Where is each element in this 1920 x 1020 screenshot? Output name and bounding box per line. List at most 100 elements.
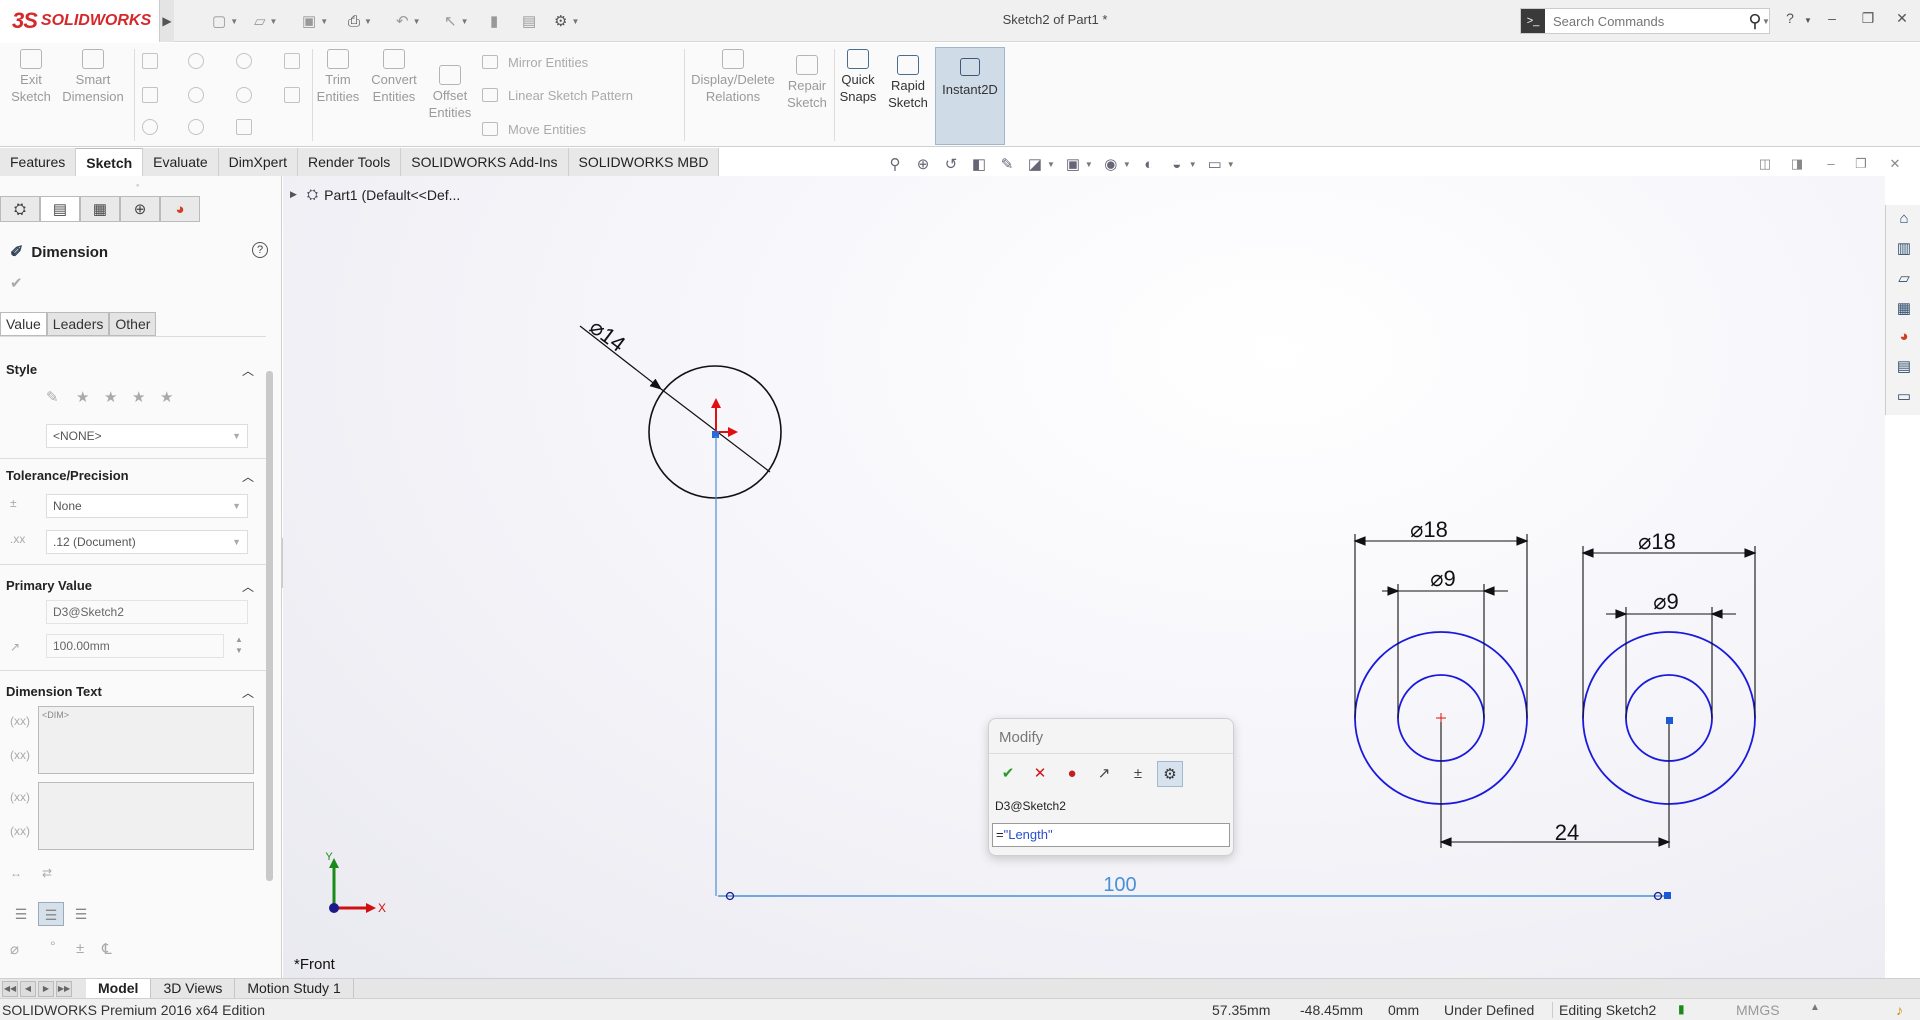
dynamic-annotation-icon[interactable]: ✎	[997, 155, 1017, 173]
ok-check-icon[interactable]: ✔	[10, 274, 23, 292]
rebuild-icon[interactable]: ▮	[490, 10, 498, 32]
tab-evaluate[interactable]: Evaluate	[143, 148, 219, 176]
command-prompt-icon[interactable]: >_	[1521, 9, 1545, 33]
exit-sketch-button[interactable]: Exit Sketch	[8, 49, 54, 105]
previous-view-icon[interactable]: ↺	[941, 155, 961, 173]
notifications-icon[interactable]: ♪	[1896, 1002, 1903, 1018]
forum-icon[interactable]: ▭	[1894, 387, 1914, 407]
text-below-icon[interactable]: (xx)	[10, 748, 30, 762]
text-suffix-icon[interactable]: (xx)	[10, 824, 30, 838]
solidworks-logo[interactable]: 3S SOLIDWORKS	[0, 0, 160, 42]
tab-solidworks-add-ins[interactable]: SOLIDWORKS Add-Ins	[401, 148, 569, 176]
convert-entities-button[interactable]: Convert Entities	[366, 49, 422, 105]
display-delete-relations-button[interactable]: Display/Delete Relations	[688, 49, 778, 105]
text-tool-icon[interactable]	[284, 87, 300, 103]
help-dropdown-icon[interactable]: ▼	[1796, 16, 1820, 36]
centerline-symbol-icon[interactable]: ℄	[102, 940, 112, 958]
instant2d-button[interactable]: Instant2D	[935, 47, 1005, 145]
collapse-chevron-icon[interactable]: ︿	[242, 362, 254, 379]
undo-icon[interactable]: ↶ ▼	[396, 10, 421, 32]
rebuild-traffic-light-icon[interactable]: ●	[1059, 761, 1085, 787]
dimension-name-field[interactable]: D3@Sketch2	[46, 600, 248, 624]
arc-tool-icon[interactable]	[188, 87, 204, 103]
minimize-window-button[interactable]: –	[1820, 10, 1844, 30]
spline-tool-icon[interactable]	[236, 53, 252, 69]
tab-other[interactable]: Other	[109, 312, 157, 336]
tab-motion-study-1[interactable]: Motion Study 1	[235, 978, 354, 999]
viewport-tile-left-icon[interactable]: ◫	[1756, 156, 1774, 172]
offset-entities-button[interactable]: Offset Entities	[428, 65, 472, 121]
smart-dimension-button[interactable]: Smart Dimension	[58, 49, 128, 105]
first-tab-arrow-icon[interactable]: ◀◀	[2, 980, 18, 997]
file-explorer-icon[interactable]: ▱	[1894, 269, 1914, 289]
apply-scene-icon[interactable]: ◒	[1167, 155, 1187, 173]
select-arrow-icon[interactable]: ↖ ▼	[444, 10, 469, 32]
primary-value-section-header[interactable]: Primary Value	[6, 578, 92, 593]
repair-sketch-button[interactable]: Repair Sketch	[782, 55, 832, 111]
new-document-icon[interactable]: ▢ ▼	[212, 10, 238, 32]
slot-tool-icon[interactable]	[142, 119, 158, 135]
dimension-text-section-header[interactable]: Dimension Text	[6, 684, 102, 699]
polygon-tool-icon[interactable]	[236, 87, 252, 103]
circle-tool-icon[interactable]	[188, 53, 204, 69]
view-palette-icon[interactable]: ▦	[1894, 299, 1914, 319]
cancel-x-icon[interactable]: ✕	[1027, 761, 1053, 787]
zoom-to-fit-icon[interactable]: ⚲	[885, 155, 905, 173]
hide-show-items-icon[interactable]: ◉	[1101, 155, 1121, 173]
precision-select[interactable]: .12 (Document) ▼	[46, 530, 248, 554]
display-manager-tab-icon[interactable]: ◕	[160, 196, 200, 222]
expand-arrow-icon[interactable]: ▶	[290, 189, 297, 200]
last-tab-arrow-icon[interactable]: ▶▶	[56, 980, 72, 997]
dimension-text-below-field[interactable]	[38, 782, 254, 850]
home-icon[interactable]: ⌂	[1894, 209, 1914, 229]
dimxpert-manager-tab-icon[interactable]: ⊕	[120, 196, 160, 222]
print-icon[interactable]: ⎙ ▼	[348, 10, 372, 32]
delete-style-icon[interactable]: ★	[132, 388, 145, 406]
text-prefix-icon[interactable]: (xx)	[10, 790, 30, 804]
reset-spin-increment-icon[interactable]: ±	[1125, 761, 1151, 787]
viewport-restore-button[interactable]: ❐	[1852, 156, 1870, 172]
help-icon[interactable]: ?	[252, 242, 268, 258]
display-style-icon[interactable]: ▣	[1063, 155, 1083, 173]
trim-entities-button[interactable]: Trim Entities	[316, 49, 360, 105]
tab-solidworks-mbd[interactable]: SOLIDWORKS MBD	[568, 148, 720, 176]
close-window-button[interactable]: ✕	[1890, 10, 1914, 30]
restore-window-button[interactable]: ❐	[1856, 10, 1880, 30]
rectangle-tool-icon[interactable]	[142, 87, 158, 103]
unit-dropdown-icon[interactable]: ▲	[1810, 1002, 1820, 1013]
text-above-icon[interactable]: (xx)	[10, 714, 30, 728]
apply-style-icon[interactable]: ✎	[46, 388, 59, 406]
diameter-symbol-icon[interactable]: ⌀	[10, 940, 19, 958]
options-gear-icon[interactable]: ⚙ ▼	[554, 10, 579, 32]
tab-leaders[interactable]: Leaders	[46, 312, 110, 336]
mirror-entities-button[interactable]: Mirror Entities	[482, 52, 588, 72]
open-folder-icon[interactable]: ▱ ▼	[254, 10, 277, 32]
zoom-to-area-icon[interactable]: ⊕	[913, 155, 933, 173]
feature-manager-tab-icon[interactable]: ⛭	[0, 196, 40, 222]
add-style-icon[interactable]: ★	[76, 388, 89, 406]
file-properties-icon[interactable]: ▤	[522, 10, 536, 32]
unit-system-label[interactable]: MMGS	[1736, 1002, 1780, 1018]
tolerance-section-header[interactable]: Tolerance/Precision	[6, 468, 129, 483]
section-view-icon[interactable]: ◧	[969, 155, 989, 173]
align-center-icon[interactable]: ☰	[38, 902, 64, 926]
viewport-tile-right-icon[interactable]: ◨	[1788, 156, 1806, 172]
fillet-tool-icon[interactable]	[236, 119, 252, 135]
reverse-direction-icon[interactable]: ↗	[1091, 761, 1117, 787]
tolerance-type-select[interactable]: None ▼	[46, 494, 248, 518]
align-right-icon[interactable]: ☰	[68, 902, 94, 926]
view-settings-icon[interactable]: ▭	[1205, 155, 1225, 173]
save-icon[interactable]: ▣ ▼	[302, 10, 328, 32]
design-library-icon[interactable]: ▥	[1894, 239, 1914, 259]
tab-render-tools[interactable]: Render Tools	[298, 148, 402, 176]
viewport-minimize-button[interactable]: –	[1822, 156, 1840, 172]
tab-3d-views[interactable]: 3D Views	[151, 978, 236, 999]
plus-minus-symbol-icon[interactable]: ±	[76, 940, 84, 957]
tab-sketch[interactable]: Sketch	[76, 148, 144, 176]
property-manager-tab-icon[interactable]: ▤	[40, 196, 80, 222]
value-spin-buttons[interactable]: ▲ ▼	[230, 634, 248, 658]
graphics-area[interactable]	[283, 176, 1885, 978]
search-dropdown-icon[interactable]: ▼	[1758, 10, 1770, 32]
panel-splitter-handle[interactable]: ◦	[136, 180, 139, 190]
collapse-chevron-icon[interactable]: ︿	[242, 468, 254, 485]
